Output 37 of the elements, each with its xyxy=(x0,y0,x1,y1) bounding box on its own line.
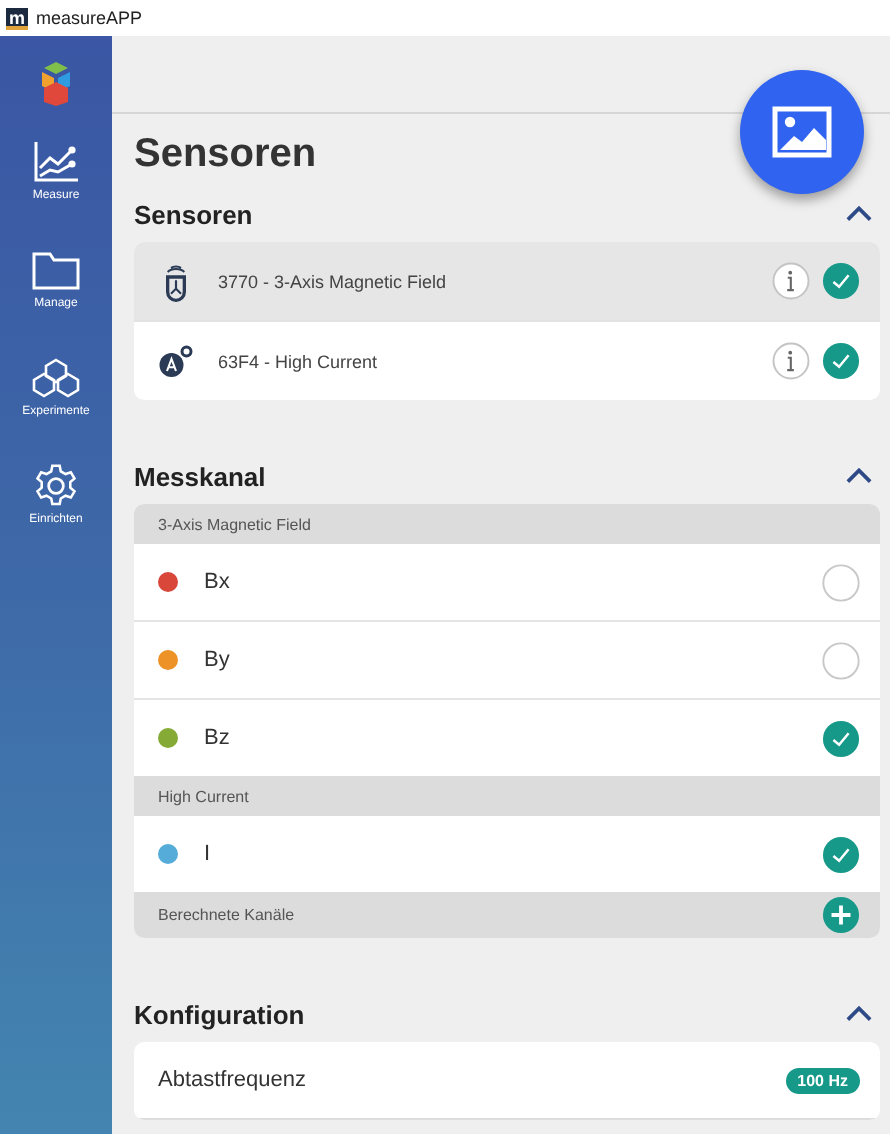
chevron-up-icon[interactable] xyxy=(846,206,872,222)
channel-name: By xyxy=(204,648,232,672)
ampere-sensor-icon xyxy=(158,341,194,381)
sensor-name: 3770 - 3-Axis Magnetic Field xyxy=(218,271,449,291)
channel-name: I xyxy=(204,842,213,866)
group-header: High Current xyxy=(134,776,880,816)
sensor-row[interactable]: 3770 - 3-Axis Magnetic Field xyxy=(134,242,880,320)
sensor-row[interactable]: 63F4 - High Current xyxy=(134,320,880,400)
chevron-up-icon[interactable] xyxy=(846,468,872,484)
checked-circle-icon[interactable] xyxy=(822,342,860,380)
sensor-name: 63F4 - High Current xyxy=(218,351,380,371)
line-chart-icon xyxy=(32,140,80,184)
info-icon[interactable] xyxy=(772,342,810,380)
section-heading: Sensoren xyxy=(134,199,253,229)
page-title: Sensoren xyxy=(134,130,317,180)
add-icon[interactable] xyxy=(822,896,860,934)
chevron-up-icon[interactable] xyxy=(846,1006,872,1022)
computed-channels-label: Berechnete Kanäle xyxy=(158,906,297,924)
settings-icon xyxy=(32,464,80,508)
checked-circle-icon[interactable] xyxy=(822,719,860,757)
checked-circle-icon[interactable] xyxy=(822,835,860,873)
folder-icon xyxy=(32,248,80,292)
setting-label: Abtastfrequenz xyxy=(158,1068,308,1092)
group-header: 3-Axis Magnetic Field xyxy=(134,504,880,544)
channel-name: Bz xyxy=(204,726,232,750)
section-heading: Messkanal xyxy=(134,461,266,491)
channel-name: Bx xyxy=(204,570,232,594)
window-title: measureAPP xyxy=(36,8,143,28)
cubes-icon xyxy=(32,356,80,400)
setting-value-badge: 100 Hz xyxy=(785,1067,860,1093)
checked-circle-icon[interactable] xyxy=(822,262,860,300)
section-heading: Konfiguration xyxy=(134,999,305,1029)
info-icon[interactable] xyxy=(772,262,810,300)
app-icon: m xyxy=(6,7,28,29)
unchecked-circle-icon[interactable] xyxy=(822,641,860,679)
image-icon xyxy=(772,106,832,158)
unchecked-circle-icon[interactable] xyxy=(822,563,860,601)
